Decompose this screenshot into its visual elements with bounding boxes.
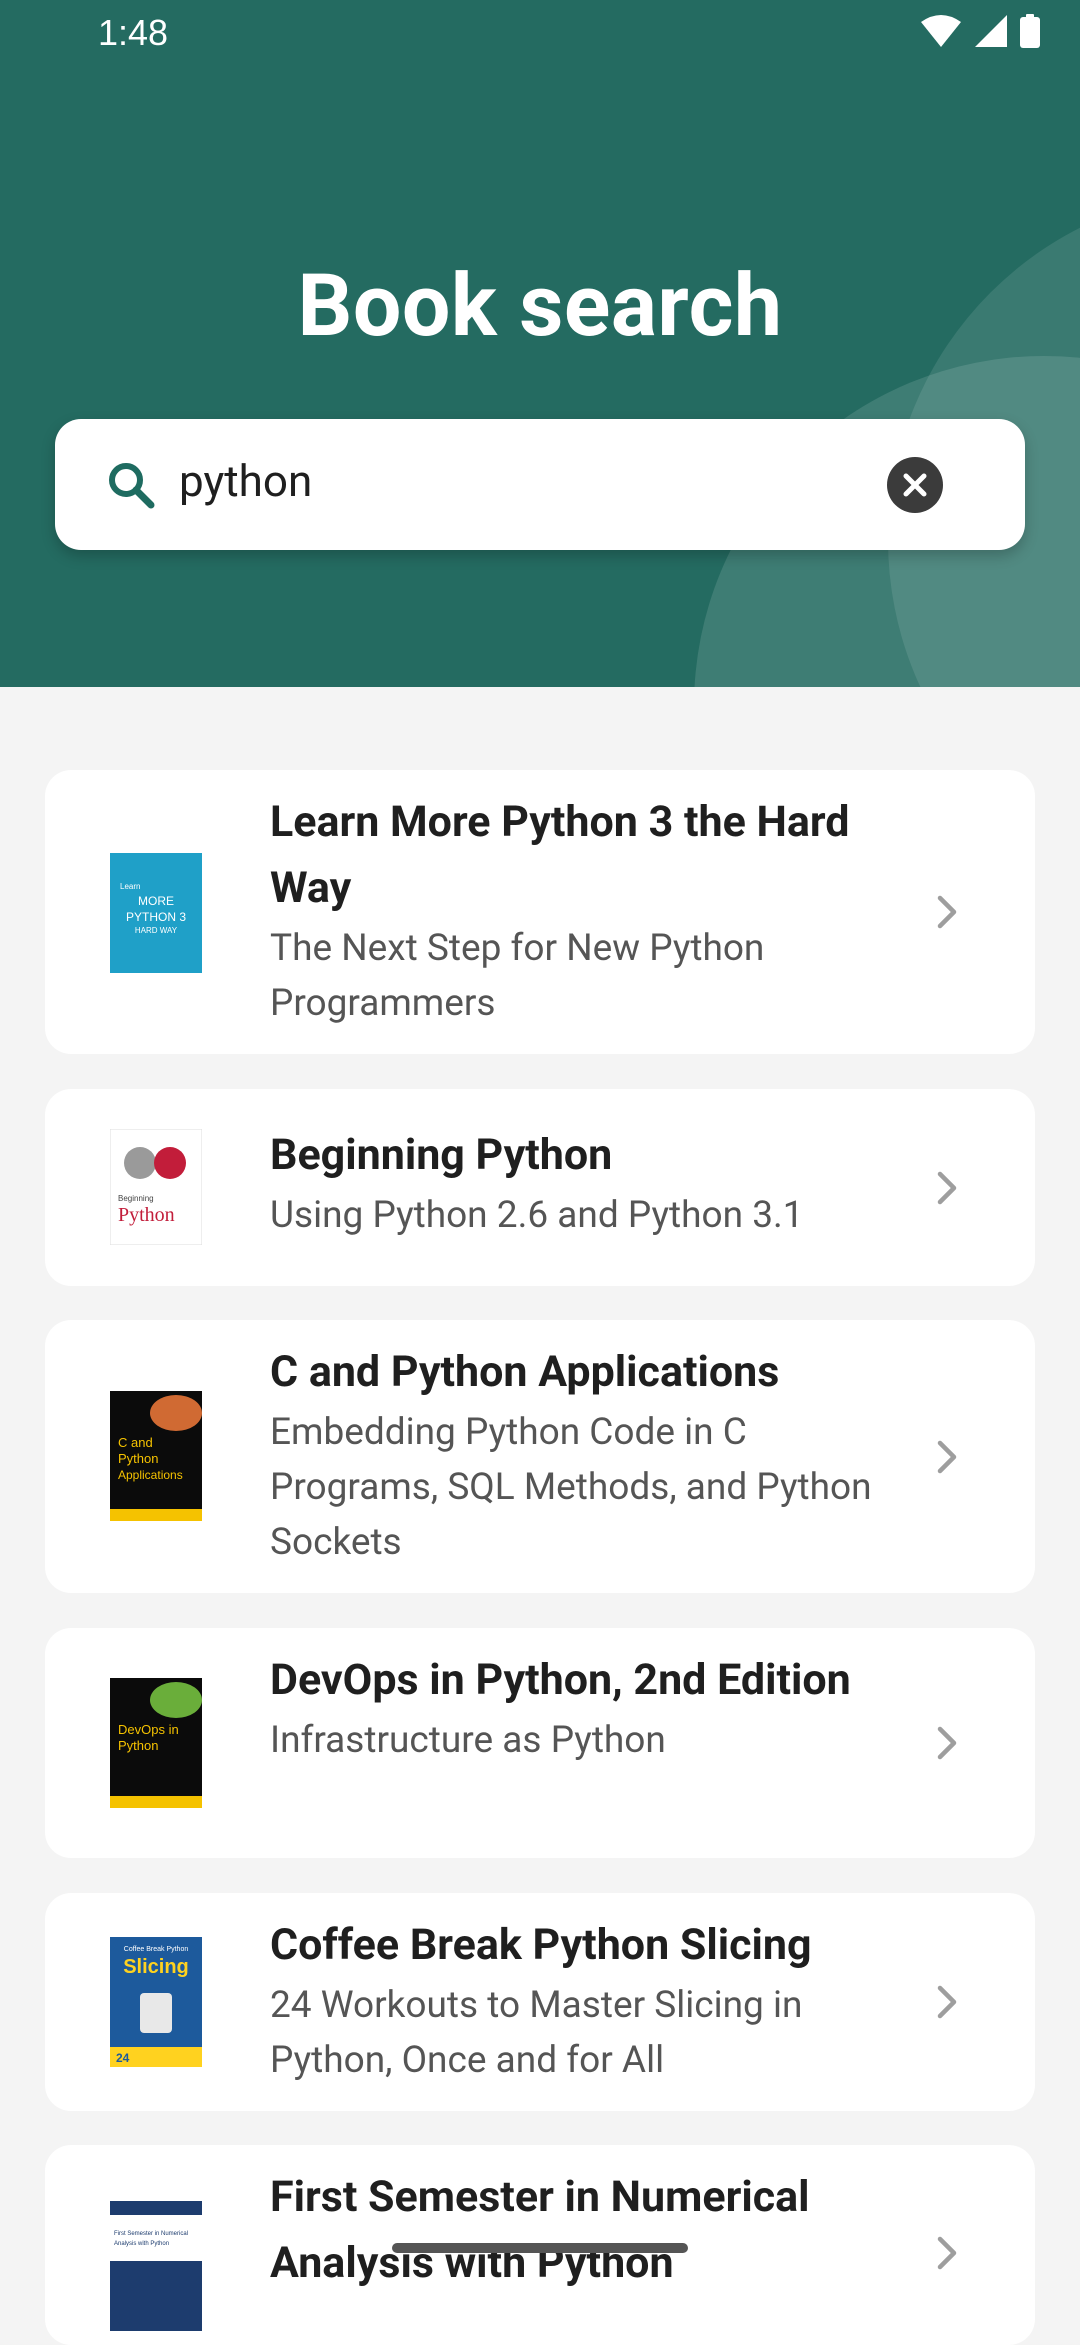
wifi-icon [921, 15, 961, 47]
chevron-right-icon [937, 1726, 957, 1760]
svg-text:C and: C and [118, 1435, 153, 1450]
page-title: Book search [297, 255, 783, 356]
book-cover: C and Python Applications [110, 1391, 202, 1521]
search-bar[interactable]: python [55, 419, 1025, 550]
book-subtitle: Infrastructure as Python [270, 1719, 666, 1762]
svg-text:Python: Python [118, 1738, 158, 1753]
book-title: Beginning Python [270, 1130, 613, 1180]
book-cover: Coffee Break Python Slicing 24 [110, 1937, 202, 2067]
svg-text:PYTHON 3: PYTHON 3 [126, 910, 186, 924]
list-item[interactable]: C and Python Applications C and Python A… [45, 1320, 1035, 1593]
book-title: C and Python Applications [270, 1347, 780, 1397]
svg-text:Python: Python [118, 1451, 158, 1466]
list-item[interactable]: Coffee Break Python Slicing 24 Coffee Br… [45, 1893, 1035, 2111]
svg-text:24: 24 [116, 2051, 130, 2065]
battery-icon [1020, 14, 1040, 48]
list-item[interactable]: DevOps in Python DevOps in Python, 2nd E… [45, 1628, 1035, 1858]
book-title: Coffee Break Python Slicing [270, 1920, 812, 1970]
book-cover: DevOps in Python [110, 1678, 202, 1808]
svg-text:DevOps in: DevOps in [118, 1722, 179, 1737]
book-title: First Semester in Numerical Analysis wit… [270, 2172, 810, 2288]
status-icons [920, 14, 1040, 48]
svg-text:Python: Python [118, 1204, 175, 1226]
svg-text:Beginning: Beginning [118, 1194, 154, 1203]
list-item[interactable]: Learn MORE PYTHON 3 HARD WAY Learn More … [45, 770, 1035, 1054]
chevron-right-icon [937, 1985, 957, 2019]
book-cover: Beginning Python [110, 1129, 202, 1245]
chevron-right-icon [937, 2236, 957, 2270]
search-input[interactable]: python [179, 455, 312, 507]
close-icon [903, 473, 927, 497]
header: 1:48 Book search python [0, 0, 1080, 687]
list-item[interactable]: Beginning Python Beginning Python Using … [45, 1089, 1035, 1286]
svg-text:Learn: Learn [120, 882, 140, 891]
book-subtitle: Using Python 2.6 and Python 3.1 [270, 1194, 804, 1237]
status-time: 1:48 [98, 12, 169, 53]
svg-text:HARD WAY: HARD WAY [135, 926, 178, 935]
clear-search-button[interactable] [887, 457, 943, 513]
svg-text:Slicing: Slicing [123, 1956, 189, 1978]
signal-icon [975, 15, 1007, 47]
svg-text:First Semester in Numerical: First Semester in Numerical [114, 2231, 188, 2237]
gesture-navigation-handle[interactable] [392, 2243, 688, 2253]
chevron-right-icon [937, 1171, 957, 1205]
status-bar: 1:48 [0, 0, 1080, 70]
book-cover: First Semester in Numerical Analysis wit… [110, 2201, 202, 2331]
book-subtitle: The Next Step for New Python Programmers [270, 927, 765, 1025]
search-icon [109, 463, 155, 509]
book-cover: Learn MORE PYTHON 3 HARD WAY [110, 853, 202, 973]
book-subtitle: Embedding Python Code in C Programs, SQL… [270, 1411, 872, 1564]
svg-text:Applications: Applications [118, 1468, 183, 1482]
svg-text:Analysis with Python: Analysis with Python [114, 2241, 169, 2247]
chevron-right-icon [937, 1440, 957, 1474]
svg-text:Coffee Break Python: Coffee Break Python [124, 1946, 189, 1953]
book-title: Learn More Python 3 the Hard Way [270, 797, 850, 913]
book-subtitle: 24 Workouts to Master Slicing in Python,… [270, 1984, 803, 2082]
svg-text:MORE: MORE [138, 894, 174, 908]
chevron-right-icon [937, 895, 957, 929]
book-title: DevOps in Python, 2nd Edition [270, 1655, 851, 1705]
